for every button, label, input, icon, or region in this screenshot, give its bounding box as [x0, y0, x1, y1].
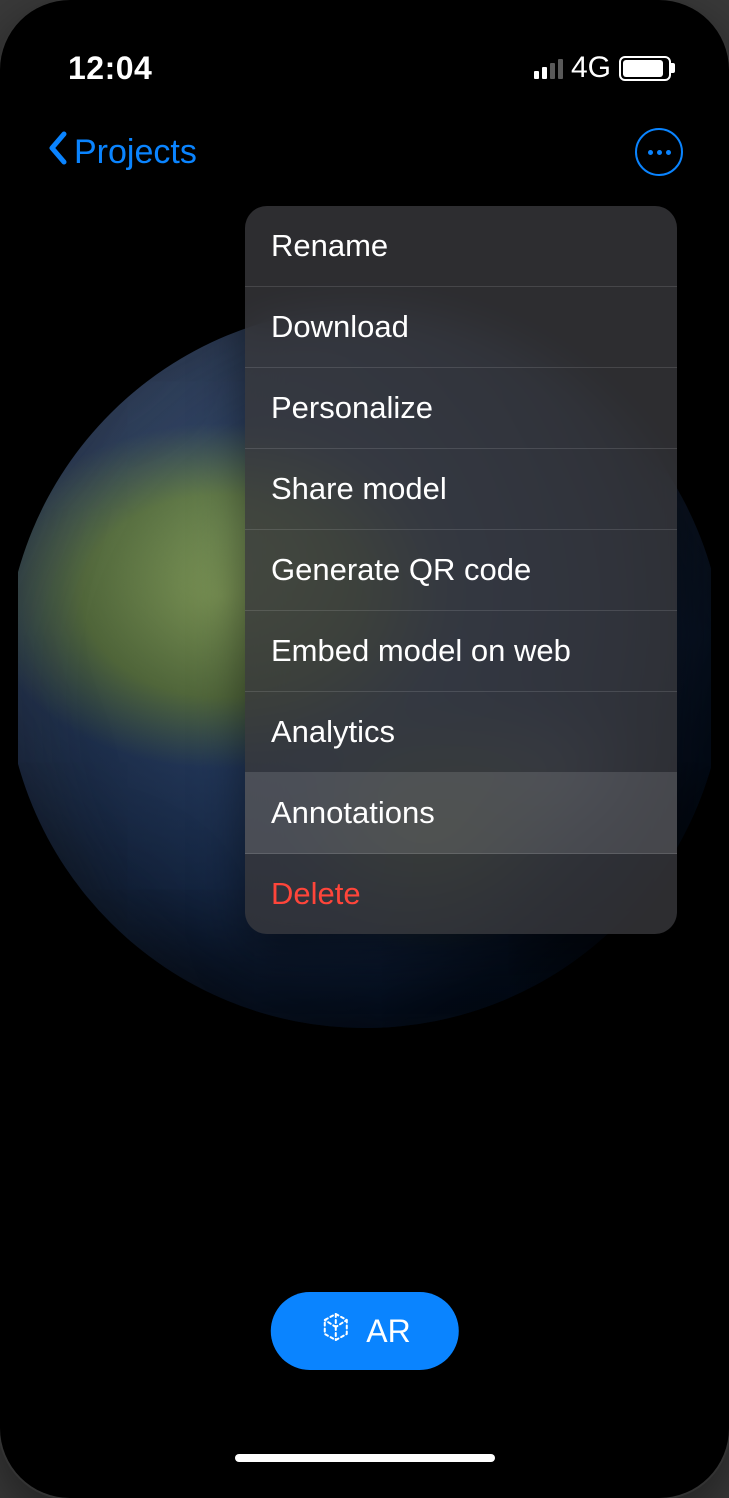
- chevron-left-icon: [46, 130, 70, 175]
- home-indicator[interactable]: [235, 1454, 495, 1462]
- menu-item-label: Download: [271, 309, 409, 344]
- network-label: 4G: [571, 51, 611, 85]
- battery-icon: [619, 56, 671, 81]
- menu-item-analytics[interactable]: Analytics: [245, 692, 677, 773]
- menu-item-rename[interactable]: Rename: [245, 206, 677, 287]
- menu-item-label: Share model: [271, 471, 447, 506]
- menu-item-label: Annotations: [271, 795, 435, 830]
- ar-button[interactable]: AR: [270, 1292, 458, 1370]
- status-time: 12:04: [68, 50, 152, 87]
- menu-item-label: Analytics: [271, 714, 395, 749]
- menu-item-share-model[interactable]: Share model: [245, 449, 677, 530]
- status-bar: 12:04 4G: [18, 18, 711, 118]
- back-label: Projects: [74, 133, 197, 172]
- ar-icon: [318, 1310, 352, 1352]
- back-button[interactable]: Projects: [46, 130, 197, 175]
- menu-item-label: Delete: [271, 876, 361, 911]
- menu-item-embed-model-on-web[interactable]: Embed model on web: [245, 611, 677, 692]
- screen: 12:04 4G: [18, 18, 711, 1480]
- context-menu: Rename Download Personalize Share model Gene…: [245, 206, 677, 934]
- phone-frame: 12:04 4G: [0, 0, 729, 1498]
- ar-button-label: AR: [366, 1313, 410, 1350]
- status-right: 4G: [534, 51, 671, 85]
- nav-bar: Projects: [18, 128, 711, 176]
- menu-item-label: Embed model on web: [271, 633, 571, 668]
- menu-item-label: Personalize: [271, 390, 433, 425]
- menu-item-generate-qr-code[interactable]: Generate QR code: [245, 530, 677, 611]
- signal-icon: [534, 57, 563, 79]
- more-button[interactable]: [635, 128, 683, 176]
- menu-item-personalize[interactable]: Personalize: [245, 368, 677, 449]
- menu-item-delete[interactable]: Delete: [245, 854, 677, 934]
- menu-item-label: Generate QR code: [271, 552, 531, 587]
- menu-item-annotations[interactable]: Annotations: [245, 773, 677, 854]
- menu-item-download[interactable]: Download: [245, 287, 677, 368]
- menu-item-label: Rename: [271, 228, 388, 263]
- more-icon: [648, 150, 671, 155]
